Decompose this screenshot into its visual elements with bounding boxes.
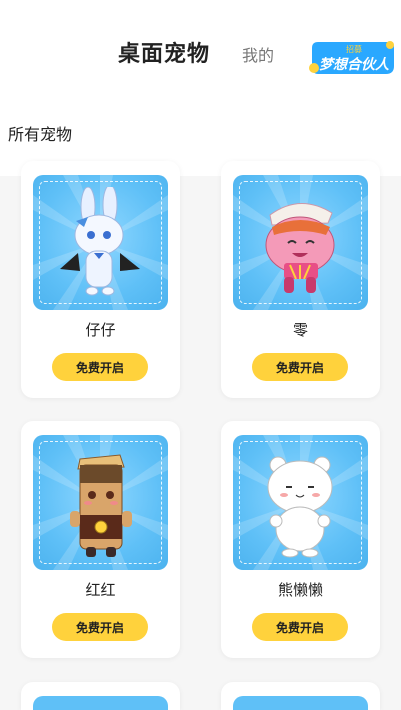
pet-image-frame	[33, 696, 168, 710]
pet-card-partial[interactable]	[221, 682, 380, 710]
pet-image-frame	[233, 435, 368, 570]
pet-image-frame	[233, 696, 368, 710]
pet-name: 仔仔	[85, 321, 116, 339]
pet-name: 零	[292, 321, 308, 339]
free-open-button[interactable]: 免费开启	[252, 613, 348, 641]
pet-card[interactable]: 红红 免费开启	[21, 421, 180, 658]
pet-grid: 仔仔 免费开启 零 免费开启 红红 免费开启 熊懒懒 免费开启	[0, 0, 401, 710]
pet-image-frame	[33, 435, 168, 570]
brown-bar-pet-icon	[70, 454, 132, 557]
pet-image-frame	[33, 175, 168, 310]
pet-card[interactable]: 零 免费开启	[221, 161, 380, 398]
pink-pig-pet-icon	[265, 203, 335, 293]
bunny-pet-icon	[60, 187, 140, 296]
pet-card-partial[interactable]	[21, 682, 180, 710]
pet-name: 红红	[85, 581, 116, 599]
pet-image-frame	[233, 175, 368, 310]
free-open-button[interactable]: 免费开启	[52, 353, 148, 381]
white-bear-pet-icon	[267, 456, 333, 558]
pet-card[interactable]: 仔仔 免费开启	[21, 161, 180, 398]
pet-card[interactable]: 熊懒懒 免费开启	[221, 421, 380, 658]
free-open-button[interactable]: 免费开启	[252, 353, 348, 381]
free-open-button[interactable]: 免费开启	[52, 613, 148, 641]
pet-name: 熊懒懒	[277, 581, 323, 599]
